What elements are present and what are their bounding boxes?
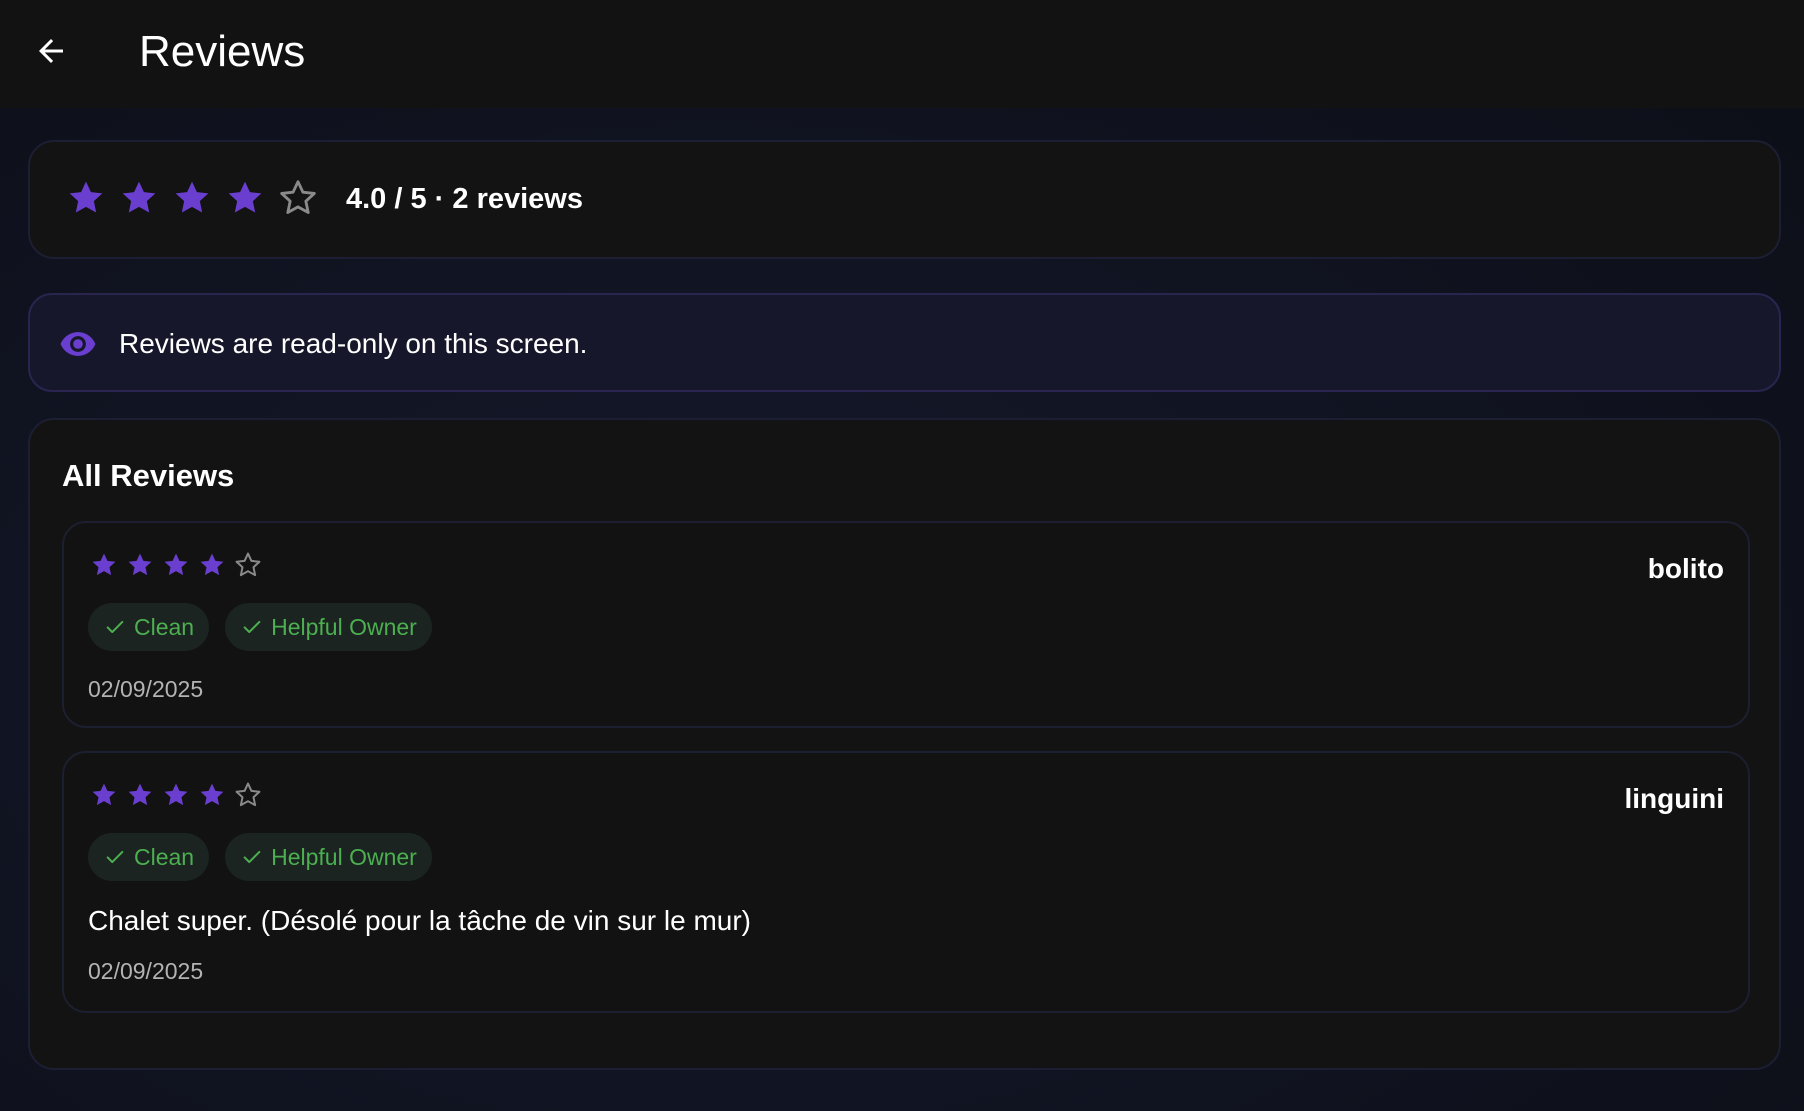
page-title: Reviews — [139, 27, 306, 76]
star-filled-icon — [122, 181, 156, 213]
rating-summary-text: 4.0 / 5 · 2 reviews — [346, 183, 583, 215]
star-filled-icon — [69, 181, 103, 213]
star-empty-icon — [280, 180, 316, 214]
review-author: bolito — [1647, 553, 1724, 584]
star-filled-icon — [200, 553, 224, 576]
tag-label: Helpful Owner — [271, 613, 417, 640]
review-date: 02/09/2025 — [88, 676, 204, 702]
tag-chip: Clean — [88, 603, 210, 651]
star-filled-icon — [128, 783, 152, 806]
eye-icon — [60, 332, 96, 356]
star-filled-icon — [164, 553, 188, 576]
star-filled-icon — [92, 783, 116, 806]
all-reviews-card: All Reviews bolito Clean Helpful Owner 0… — [28, 418, 1781, 1070]
check-icon — [106, 850, 124, 864]
review-card: linguini Clean Helpful Owner Chalet supe… — [62, 751, 1750, 1013]
tag-chip: Clean — [88, 833, 210, 881]
read-only-banner: Reviews are read-only on this screen. — [28, 293, 1781, 392]
arrow-left-icon — [39, 39, 63, 63]
review-tags: Clean Helpful Owner — [88, 603, 432, 651]
star-empty-icon — [235, 552, 261, 577]
review-comment: Chalet super. (Désolé pour la tâche de v… — [88, 905, 751, 936]
rating-summary-card: 4.0 / 5 · 2 reviews — [28, 140, 1781, 259]
read-only-notice: Reviews are read-only on this screen. — [119, 328, 588, 359]
star-filled-icon — [175, 181, 209, 213]
back-button[interactable] — [26, 26, 76, 76]
star-filled-icon — [128, 553, 152, 576]
review-date: 02/09/2025 — [88, 958, 204, 984]
star-empty-icon — [235, 782, 261, 807]
app-bar: Reviews — [0, 0, 1804, 108]
review-stars — [90, 551, 262, 579]
review-stars — [90, 781, 262, 809]
check-icon — [243, 620, 261, 634]
star-filled-icon — [164, 783, 188, 806]
section-title: All Reviews — [62, 458, 235, 493]
star-filled-icon — [92, 553, 116, 576]
star-filled-icon — [228, 181, 262, 213]
check-icon — [243, 850, 261, 864]
tag-label: Clean — [134, 613, 195, 640]
tag-label: Clean — [134, 843, 195, 870]
tag-chip: Helpful Owner — [225, 603, 432, 651]
tag-chip: Helpful Owner — [225, 833, 432, 881]
tag-label: Helpful Owner — [271, 843, 417, 870]
review-tags: Clean Helpful Owner — [88, 833, 432, 881]
summary-stars — [66, 178, 318, 218]
review-card: bolito Clean Helpful Owner 02/09/2025 — [62, 521, 1750, 728]
check-icon — [106, 620, 124, 634]
star-filled-icon — [200, 783, 224, 806]
review-author: linguini — [1624, 783, 1724, 814]
